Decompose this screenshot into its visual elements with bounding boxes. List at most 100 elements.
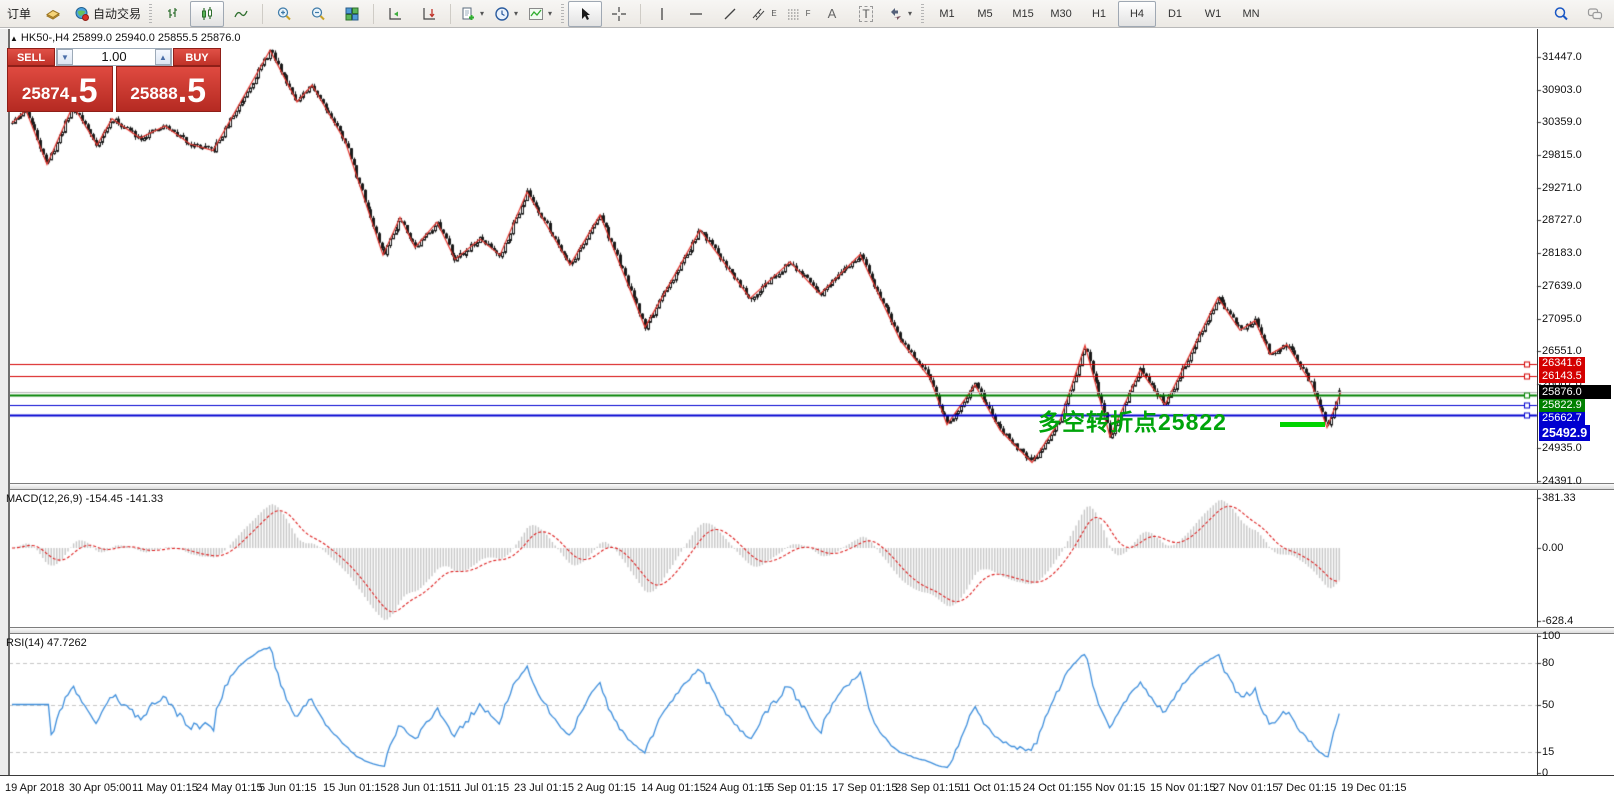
time-axis-label: 23 Jul 01:15 xyxy=(514,782,574,794)
auto-scroll-button[interactable] xyxy=(378,1,412,27)
price-tick-label: 24935.0 xyxy=(1542,442,1582,454)
buy-price-frac: .5 xyxy=(178,73,206,109)
price-tick-label: 28727.0 xyxy=(1542,214,1582,226)
history-center-button[interactable] xyxy=(36,1,70,27)
price-tick-label: 28183.0 xyxy=(1542,247,1582,259)
timeframe-button-M5[interactable]: M5 xyxy=(966,1,1004,27)
time-axis-label: 28 Jun 01:15 xyxy=(387,782,451,794)
line-chart-mode-button[interactable] xyxy=(224,1,258,27)
time-axis-label: 15 Nov 01:15 xyxy=(1150,782,1215,794)
auto-scroll-icon xyxy=(387,6,403,22)
price-chart-canvas[interactable] xyxy=(0,29,1614,799)
arrows-tool-button[interactable]: ▾ xyxy=(883,1,917,27)
order-button-label: 订单 xyxy=(7,5,31,22)
dropdown-caret-icon: ▾ xyxy=(548,9,552,18)
rsi-indicator-label: RSI(14) 47.7262 xyxy=(6,637,87,649)
zoom-in-button[interactable] xyxy=(267,1,301,27)
fibonacci-icon xyxy=(786,6,802,22)
tile-windows-button[interactable] xyxy=(335,1,369,27)
sell-price-int: 25874 xyxy=(22,79,69,109)
price-tick-label: 24391.0 xyxy=(1542,475,1582,487)
time-axis-label: 24 Aug 01:15 xyxy=(705,782,770,794)
window-left-edge xyxy=(0,29,10,775)
text-tool-button[interactable]: A xyxy=(815,1,849,27)
price-level-label: 26143.5 xyxy=(1539,370,1585,383)
title-marker-icon: ▲ xyxy=(10,34,18,43)
toolbar-separator xyxy=(450,4,451,24)
trendline-tool-button[interactable] xyxy=(713,1,747,27)
channel-tool-cap: E xyxy=(771,9,776,18)
timeframe-button-H4[interactable]: H4 xyxy=(1118,1,1156,27)
toolbar-grip xyxy=(561,4,564,24)
mt4-application: 订单 自动交易 xyxy=(0,0,1614,799)
macd-tick-label: -628.4 xyxy=(1542,615,1573,627)
sell-price-button[interactable]: 25874 .5 xyxy=(7,66,113,112)
time-axis-label: 5 Nov 01:15 xyxy=(1086,782,1145,794)
zoom-in-icon xyxy=(276,6,292,22)
time-axis-label: 5 Sep 01:15 xyxy=(768,782,827,794)
buy-price-button[interactable]: 25888 .5 xyxy=(116,66,222,112)
price-axis-separator xyxy=(1537,29,1538,775)
fibonacci-tool-button[interactable]: F xyxy=(781,1,815,27)
search-button[interactable] xyxy=(1544,1,1578,27)
equidistant-channel-tool-button[interactable]: E xyxy=(747,1,781,27)
timeframe-group: M1M5M15M30H1H4D1W1MN xyxy=(928,1,1270,27)
auto-trading-label: 自动交易 xyxy=(93,5,141,22)
search-icon xyxy=(1553,6,1569,22)
lot-decrease-button[interactable]: ▼ xyxy=(57,49,73,65)
toolbar-separator xyxy=(640,4,641,24)
vertical-line-tool-button[interactable] xyxy=(645,1,679,27)
toolbar-grip xyxy=(149,4,152,24)
order-button[interactable]: 订单 xyxy=(2,1,36,27)
zoom-out-button[interactable] xyxy=(301,1,335,27)
lot-size-value[interactable]: 1.00 xyxy=(73,49,155,65)
gold-book-icon xyxy=(45,6,61,22)
panel-divider[interactable] xyxy=(0,483,1614,490)
time-axis-label: 15 Jun 01:15 xyxy=(323,782,387,794)
rsi-name: RSI(14) xyxy=(6,637,44,649)
time-axis[interactable]: 19 Apr 201830 Apr 05:0011 May 01:1524 Ma… xyxy=(0,775,1614,799)
crosshair-tool-button[interactable] xyxy=(602,1,636,27)
timeframe-button-H1[interactable]: H1 xyxy=(1080,1,1118,27)
sell-price-frac: .5 xyxy=(69,73,97,109)
horizontal-line-tool-button[interactable] xyxy=(679,1,713,27)
periods-button[interactable]: ▾ xyxy=(489,1,523,27)
chart-shift-button[interactable] xyxy=(412,1,446,27)
lot-increase-button[interactable]: ▲ xyxy=(155,49,171,65)
time-axis-label: 19 Dec 01:15 xyxy=(1341,782,1406,794)
annotation-highlight-bar xyxy=(1280,422,1325,427)
timeframe-button-M15[interactable]: M15 xyxy=(1004,1,1042,27)
price-tick-label: 29815.0 xyxy=(1542,149,1582,161)
timeframe-button-W1[interactable]: W1 xyxy=(1194,1,1232,27)
chat-button[interactable] xyxy=(1578,1,1612,27)
indicators-icon xyxy=(528,6,544,22)
timeframe-button-MN[interactable]: MN xyxy=(1232,1,1270,27)
price-tick-label: 30359.0 xyxy=(1542,116,1582,128)
candlestick-mode-button[interactable] xyxy=(190,1,224,27)
sell-button[interactable]: SELL xyxy=(7,48,55,66)
timeframe-button-D1[interactable]: D1 xyxy=(1156,1,1194,27)
macd-name: MACD(12,26,9) xyxy=(6,493,82,505)
bar-chart-mode-button[interactable] xyxy=(156,1,190,27)
timeframe-button-M30[interactable]: M30 xyxy=(1042,1,1080,27)
cursor-tool-button[interactable] xyxy=(568,1,602,27)
new-order-button[interactable]: ▾ xyxy=(455,1,489,27)
price-tick-label: 26551.0 xyxy=(1542,345,1582,357)
auto-trading-button[interactable]: 自动交易 xyxy=(70,1,145,27)
rsi-tick-label: 100 xyxy=(1542,630,1560,642)
buy-button[interactable]: BUY xyxy=(173,48,221,66)
time-axis-label: 11 Jul 01:15 xyxy=(450,782,509,794)
ohlc-values-label: 25899.0 25940.0 25855.5 25876.0 xyxy=(72,32,240,44)
price-tick-label: 27639.0 xyxy=(1542,280,1582,292)
lot-size-box: ▼ 1.00 ▲ xyxy=(56,48,172,66)
current-price-label: 25876.0 xyxy=(1539,385,1611,399)
vertical-line-icon xyxy=(654,6,670,22)
dropdown-caret-icon: ▾ xyxy=(908,9,912,18)
text-label-tool-button[interactable]: T xyxy=(849,1,883,27)
symbol-period-label: HK50-,H4 xyxy=(21,32,69,44)
panel-divider[interactable] xyxy=(0,627,1614,634)
price-tick-label: 30903.0 xyxy=(1542,84,1582,96)
indicators-button[interactable]: ▾ xyxy=(523,1,557,27)
chart-shift-icon xyxy=(421,6,437,22)
timeframe-button-M1[interactable]: M1 xyxy=(928,1,966,27)
